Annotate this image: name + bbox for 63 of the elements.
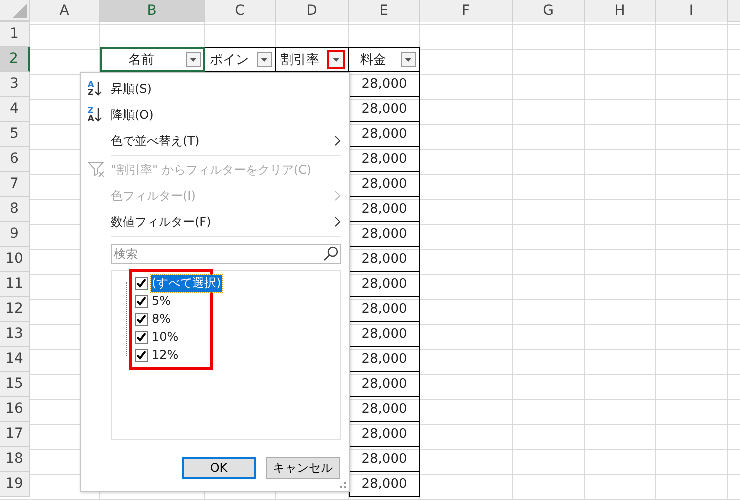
column-header[interactable]: F [420, 0, 513, 22]
filter-dropdown-button[interactable] [257, 52, 272, 67]
column-header[interactable]: H [585, 0, 656, 22]
column-header[interactable]: A [30, 0, 100, 22]
row-header[interactable]: 16 [0, 397, 30, 422]
menu-item[interactable]: 色で並べ替え(T) [81, 128, 349, 154]
filter-dropdown-button[interactable] [327, 50, 345, 69]
dropdown-arrow-icon [332, 58, 340, 62]
row-header[interactable]: 6 [0, 147, 30, 172]
checkbox-label[interactable]: 12% [151, 348, 180, 362]
menu-item[interactable]: Z A 降順(O) [81, 102, 349, 128]
row-header[interactable]: 5 [0, 122, 30, 147]
checkbox-label[interactable]: 5% [151, 294, 172, 308]
chevron-right-icon [335, 191, 341, 201]
menu-item[interactable]: A Z 昇順(S) [81, 76, 349, 102]
search-icon [323, 246, 339, 262]
checkbox[interactable] [135, 330, 148, 344]
header-label: 料金 [360, 52, 388, 68]
column-header[interactable]: B [100, 0, 205, 21]
row-header[interactable]: 17 [0, 422, 30, 447]
filter-dropdown-button[interactable] [401, 52, 416, 67]
chevron-right-icon [335, 217, 341, 227]
checkbox[interactable] [135, 312, 148, 326]
row-header[interactable]: 1 [0, 22, 30, 47]
column-header[interactable]: G [513, 0, 585, 22]
row-header[interactable]: 15 [0, 372, 30, 397]
dropdown-arrow-icon [405, 58, 412, 62]
search-field[interactable]: 検索 [111, 244, 341, 264]
header-label: 名前 [128, 52, 156, 68]
chevron-right-icon [335, 136, 341, 146]
row-header[interactable]: 12 [0, 297, 30, 322]
checkbox[interactable] [135, 294, 148, 308]
row-header[interactable]: 11 [0, 272, 30, 297]
checkbox[interactable] [135, 348, 148, 362]
checkbox-label[interactable]: 10% [151, 330, 180, 344]
row-header[interactable]: 3 [0, 72, 30, 97]
column-header[interactable]: C [205, 0, 276, 22]
ok-button[interactable]: OK [182, 457, 256, 479]
filter-dropdown-button[interactable] [186, 52, 201, 67]
header-label: ポイン [209, 52, 250, 68]
header-label: 割引率 [280, 52, 320, 68]
menu-item[interactable]: 数値フィルター(F) [81, 209, 349, 235]
row-header[interactable]: 9 [0, 222, 30, 247]
resize-grip-icon[interactable] [340, 482, 346, 488]
checkbox[interactable] [135, 276, 148, 290]
dropdown-arrow-icon [261, 58, 268, 62]
corner-triangle-icon [13, 4, 27, 18]
row-header[interactable]: 19 [0, 472, 30, 497]
checkbox-label[interactable]: 8% [151, 312, 172, 326]
row-header[interactable]: 10 [0, 247, 30, 272]
row-header[interactable]: 13 [0, 322, 30, 347]
row-header[interactable]: 2 [0, 47, 30, 72]
column-header[interactable]: D [276, 0, 349, 22]
checkbox-label[interactable]: (すべて選択) [151, 274, 222, 292]
row-header[interactable]: 18 [0, 447, 30, 472]
column-header[interactable]: I [656, 0, 728, 22]
row-header[interactable]: 14 [0, 347, 30, 372]
cancel-button[interactable]: キャンセル [266, 457, 340, 479]
column-header[interactable]: E [349, 0, 420, 22]
dropdown-arrow-icon [190, 58, 197, 62]
row-header[interactable]: 4 [0, 97, 30, 122]
row-header[interactable]: 8 [0, 197, 30, 222]
row-header[interactable]: 7 [0, 172, 30, 197]
